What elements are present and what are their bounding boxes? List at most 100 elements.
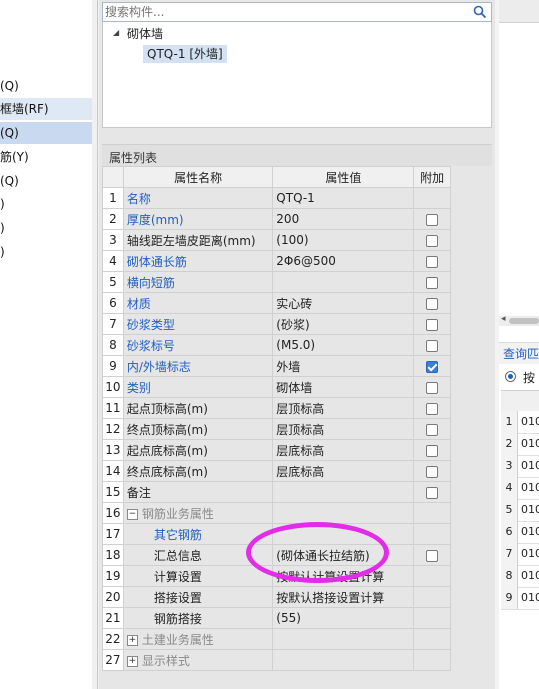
property-row[interactable]: 11 起点顶标高(m) 层顶标高 [102,397,451,419]
property-row[interactable]: 15 备注 [102,481,451,503]
tree-node-qtq-1[interactable]: QTQ-1 [外墙] [143,45,227,63]
expand-icon[interactable]: + [126,634,138,646]
result-row[interactable]: 3010 [501,455,539,478]
property-value[interactable] [272,628,415,650]
property-row[interactable]: 18 汇总信息 (砌体通长拉结筋) [102,544,451,566]
result-row[interactable]: 1010 [501,411,539,434]
property-name-cell[interactable]: + 土建业务属性 [122,628,274,650]
tab-query-match[interactable]: 查询匹 [499,342,539,364]
property-row[interactable]: 27 + 显示样式 [102,649,451,671]
property-value[interactable] [272,481,415,503]
extra-checkbox[interactable] [426,360,439,373]
property-value[interactable]: 按默认计算设置计算 [272,565,415,587]
extra-checkbox[interactable] [426,213,439,226]
property-name-cell[interactable]: 砂浆标号 [122,334,274,356]
property-value[interactable]: 外墙 [272,355,415,377]
property-value[interactable]: (砂浆) [272,313,415,335]
property-row[interactable]: 7 砂浆类型 (砂浆) [102,313,451,335]
property-row[interactable]: 2 厚度(mm) 200 [102,208,451,230]
property-row[interactable]: 14 终点底标高(m) 层底标高 [102,460,451,482]
property-name-cell[interactable]: 名称 [122,187,274,209]
property-name-cell[interactable]: 厚度(mm) [122,208,274,230]
property-value[interactable] [272,523,415,545]
property-name-cell[interactable]: 内/外墙标志 [122,355,274,377]
property-value[interactable]: 按默认搭接设置计算 [272,586,415,608]
property-name-cell[interactable]: 其它钢筋 [122,523,274,545]
left-list-item[interactable]: 筋(Y) [0,146,92,168]
property-name-cell[interactable]: 起点底标高(m) [122,439,274,461]
tree-node-masonry-wall[interactable]: 砌体墙 [127,25,163,42]
property-row[interactable]: 13 起点底标高(m) 层底标高 [102,439,451,461]
extra-checkbox[interactable] [426,423,439,436]
property-row[interactable]: 5 横向短筋 [102,271,451,293]
collapse-triangle-icon[interactable]: ◢ [113,28,119,37]
property-name-cell[interactable]: 钢筋搭接 [122,607,274,629]
property-value[interactable] [272,649,415,671]
property-row[interactable]: 10 类别 砌体墙 [102,376,451,398]
extra-checkbox[interactable] [426,381,439,394]
property-name-cell[interactable]: 终点底标高(m) [122,460,274,482]
property-row[interactable]: 16− 钢筋业务属性 [102,502,451,524]
property-value[interactable]: 层顶标高 [272,418,415,440]
property-row[interactable]: 1 名称 QTQ-1 [102,187,451,209]
property-row[interactable]: 17 其它钢筋 [102,523,451,545]
property-name-cell[interactable]: 终点顶标高(m) [122,418,274,440]
result-row[interactable]: 8010 [501,565,539,588]
extra-checkbox[interactable] [426,255,439,268]
property-value[interactable]: 层底标高 [272,460,415,482]
property-value[interactable]: 2Φ6@500 [272,250,415,272]
property-name-cell[interactable]: 计算设置 [122,565,274,587]
scroll-thumb[interactable] [509,318,539,324]
extra-checkbox[interactable] [426,486,439,499]
property-name-cell[interactable]: 材质 [122,292,274,314]
left-list-item[interactable]: ) [0,217,92,239]
property-value[interactable]: (M5.0) [272,334,415,356]
extra-checkbox[interactable] [426,297,439,310]
property-row[interactable]: 6 材质 实心砖 [102,292,451,314]
property-row[interactable]: 12 终点顶标高(m) 层顶标高 [102,418,451,440]
radio-button[interactable] [505,371,516,382]
result-row[interactable]: 4010 [501,477,539,500]
horizontal-scrollbar[interactable]: ◂ [499,314,539,326]
left-list-item[interactable]: ) [0,241,92,263]
property-name-cell[interactable]: 汇总信息 [122,544,274,566]
expand-icon[interactable]: + [126,655,138,667]
result-row[interactable]: 9010 [501,587,539,610]
radio-option[interactable]: 按 [499,366,539,388]
extra-checkbox[interactable] [426,234,439,247]
result-row[interactable]: 6010 [501,521,539,544]
property-name-cell[interactable]: 搭接设置 [122,586,274,608]
property-name-cell[interactable]: 砂浆类型 [122,313,274,335]
property-name-cell[interactable]: 横向短筋 [122,271,274,293]
property-row[interactable]: 8 砂浆标号 (M5.0) [102,334,451,356]
property-row[interactable]: 9 内/外墙标志 外墙 [102,355,451,377]
property-value[interactable]: QTQ-1 [272,187,415,209]
property-value[interactable]: 层顶标高 [272,397,415,419]
result-row[interactable]: 7010 [501,543,539,566]
property-row[interactable]: 3 轴线距左墙皮距离(mm) (100) [102,229,451,251]
property-value[interactable]: 实心砖 [272,292,415,314]
property-value[interactable] [272,271,415,293]
property-name-cell[interactable]: 砌体通长筋 [122,250,274,272]
property-value[interactable]: 200 [272,208,415,230]
property-value[interactable]: (100) [272,229,415,251]
property-value[interactable] [272,502,415,524]
left-list-item[interactable]: (Q) [0,170,92,192]
search-icon[interactable] [473,5,487,19]
search-input[interactable] [105,4,465,20]
result-row[interactable]: 2010 [501,433,539,456]
scroll-left-icon[interactable]: ◂ [501,314,506,324]
property-row[interactable]: 4 砌体通长筋 2Φ6@500 [102,250,451,272]
property-name-cell[interactable]: 备注 [122,481,274,503]
property-name-cell[interactable]: − 钢筋业务属性 [122,502,274,524]
property-value[interactable]: 砌体墙 [272,376,415,398]
extra-checkbox[interactable] [426,444,439,457]
property-row[interactable]: 21 钢筋搭接 (55) [102,607,451,629]
property-value[interactable]: (55) [272,607,415,629]
property-name-cell[interactable]: 起点顶标高(m) [122,397,274,419]
left-list-item[interactable]: (Q) [0,122,92,144]
property-value[interactable]: 层底标高 [272,439,415,461]
property-row[interactable]: 19 计算设置 按默认计算设置计算 [102,565,451,587]
extra-checkbox[interactable] [426,402,439,415]
property-name-cell[interactable]: + 显示样式 [122,649,274,671]
